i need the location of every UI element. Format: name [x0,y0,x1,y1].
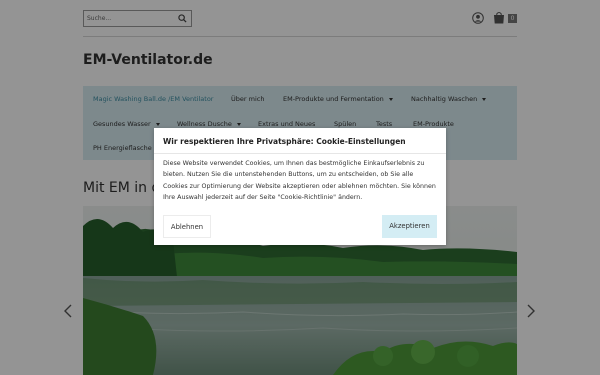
accept-cookies-button[interactable]: Akzeptieren [382,215,437,238]
cookie-dialog-title: Wir respektieren Ihre Privatsphäre: Cook… [163,137,406,146]
page: 0 EM-Ventilator.de Magic Washing Ball.de… [0,0,600,375]
cookie-consent-dialog: Wir respektieren Ihre Privatsphäre: Cook… [154,128,446,245]
cookie-dialog-divider [154,153,446,154]
cookie-dialog-text: Diese Website verwendet Cookies, um Ihne… [163,160,436,202]
decline-cookies-button[interactable]: Ablehnen [163,215,211,238]
